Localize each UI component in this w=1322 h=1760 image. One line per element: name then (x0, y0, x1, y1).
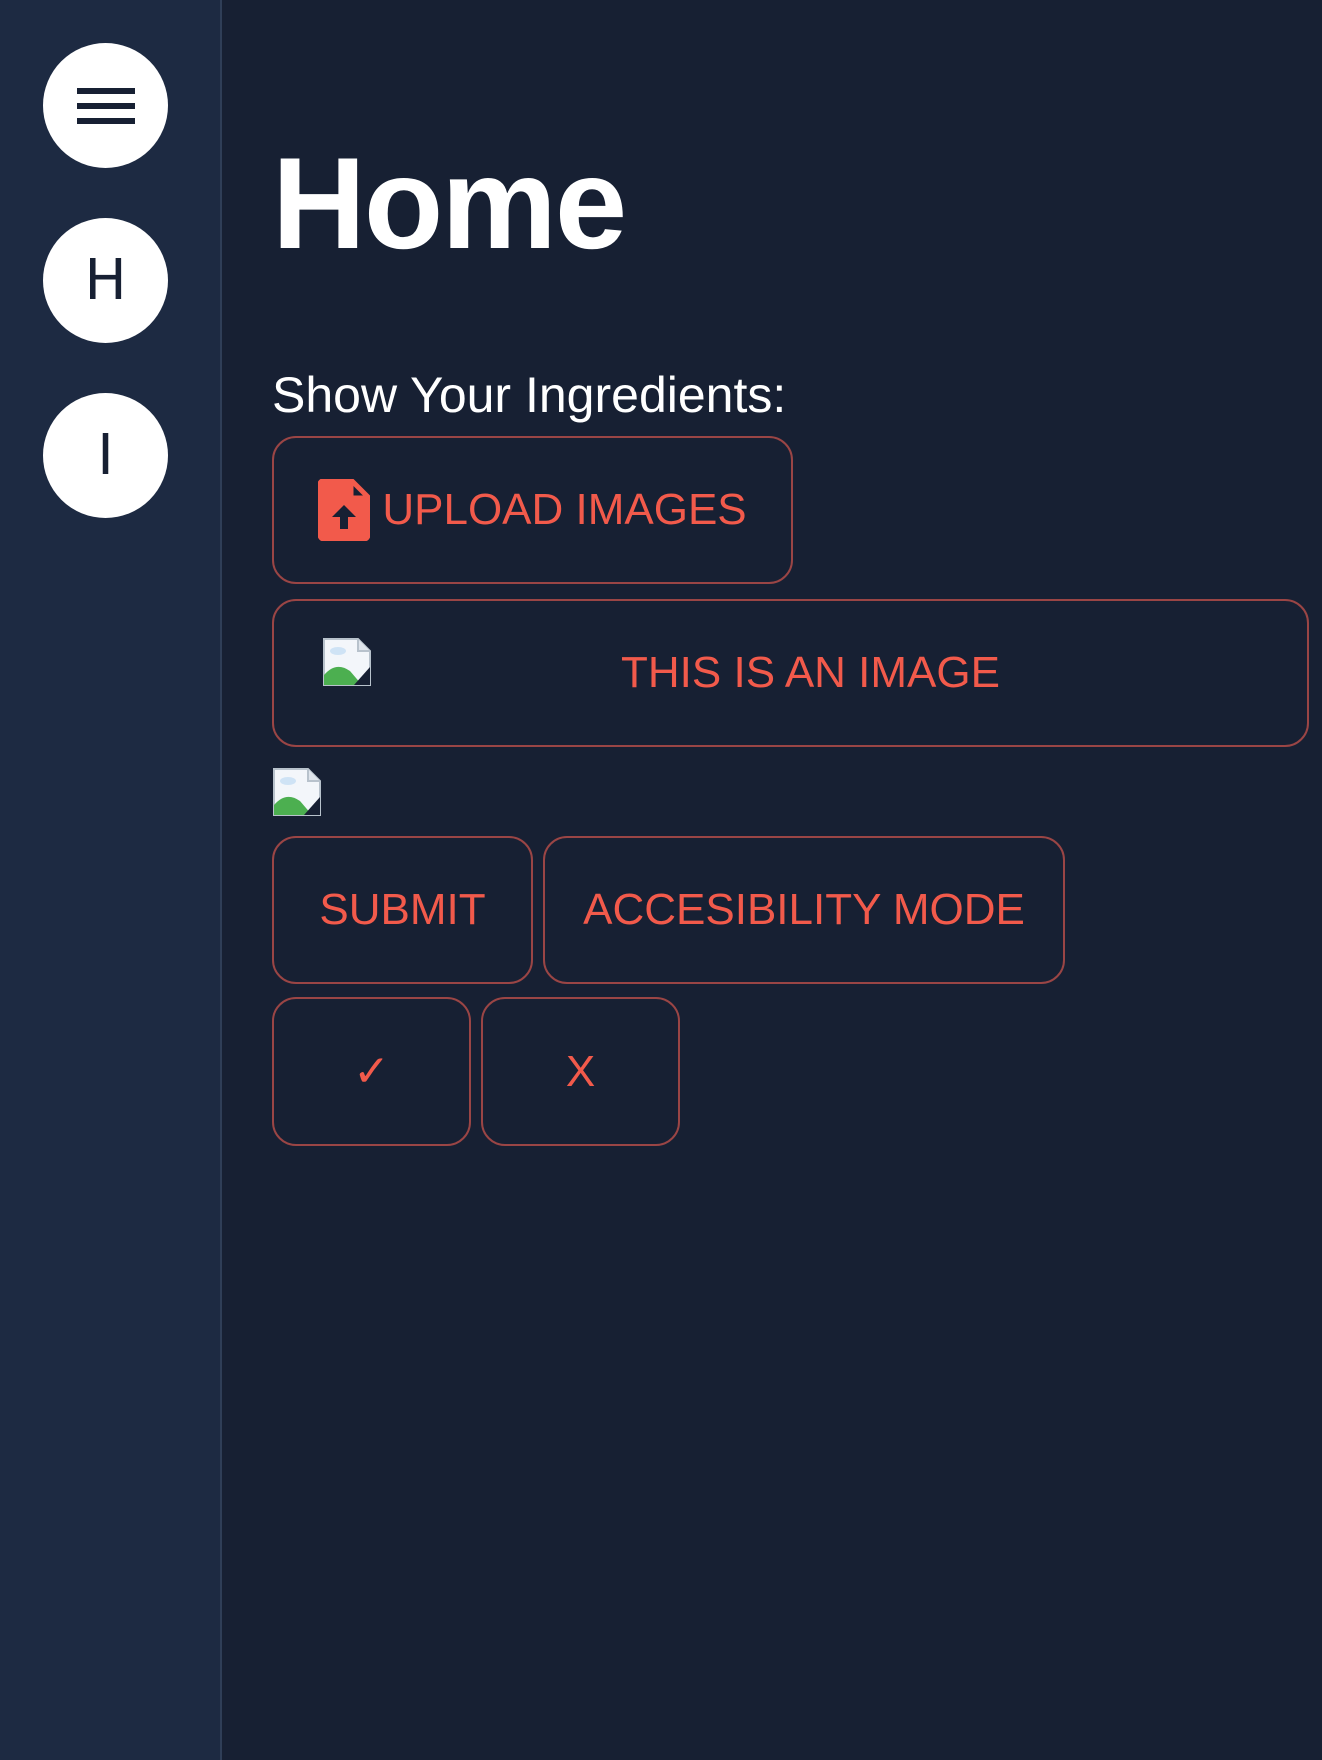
upload-images-button[interactable]: UPLOAD IMAGES (272, 436, 793, 584)
hamburger-menu-icon (76, 87, 135, 124)
submit-button[interactable]: SUBMIT (272, 836, 533, 984)
ingredients-label: Show Your Ingredients: (272, 367, 787, 423)
sidebar-item-h[interactable]: H (43, 218, 168, 343)
image-button[interactable]: THIS IS AN IMAGE (272, 599, 1309, 747)
reject-button[interactable]: X (481, 997, 680, 1146)
file-upload-icon (318, 479, 371, 541)
sidebar-item-i[interactable]: I (43, 393, 168, 518)
accessibility-mode-button[interactable]: ACCESIBILITY MODE (543, 836, 1065, 984)
page-title: Home (272, 130, 627, 276)
broken-image-icon (273, 768, 321, 816)
image-button-label: THIS IS AN IMAGE (621, 648, 1000, 697)
upload-images-label: UPLOAD IMAGES (382, 485, 747, 534)
sidebar: H I (0, 0, 222, 1760)
menu-button[interactable] (43, 43, 168, 168)
sidebar-item-h-label: H (84, 248, 127, 313)
sidebar-item-i-label: I (97, 423, 114, 488)
confirm-button[interactable]: ✓ (272, 997, 471, 1146)
